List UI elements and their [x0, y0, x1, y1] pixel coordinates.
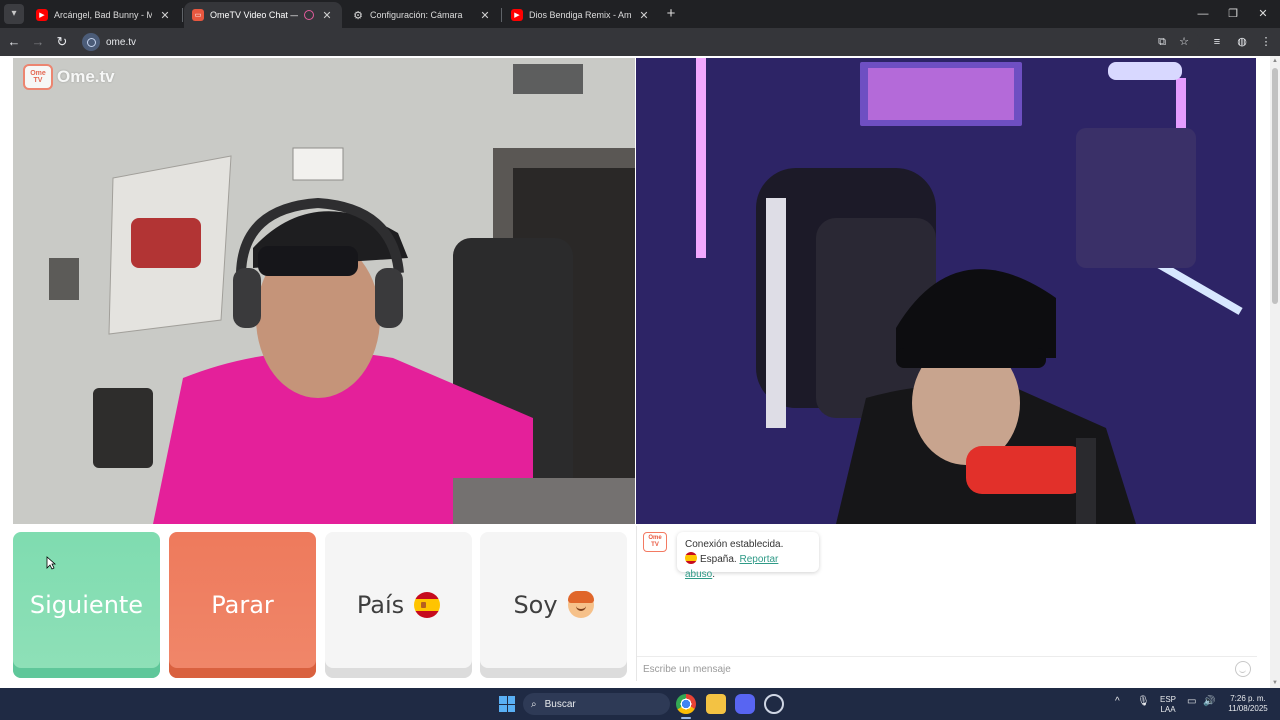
stranger-video-scene	[636, 58, 1256, 524]
spain-flag-icon	[685, 552, 697, 564]
ometv-logo: Ome TV Ome.tv	[23, 64, 115, 90]
tab-title: OmeTV Video Chat — Ome	[210, 10, 298, 20]
stop-button[interactable]: Parar	[169, 532, 316, 678]
clock[interactable]: 7:26 p. m. 11/08/2025	[1222, 694, 1274, 714]
system-message-bubble: Conexión establecida. España. Reportar a…	[677, 532, 819, 580]
gender-button-label: Soy	[513, 591, 558, 619]
control-buttons: Siguiente Parar País Soy	[13, 532, 627, 680]
settings-gear-icon: ⚙	[353, 9, 363, 22]
chat-panel: Ome TV Conexión establecida. España. Rep…	[636, 526, 1257, 681]
message-input[interactable]	[643, 663, 1235, 675]
ometv-logo-badge: Ome TV	[23, 64, 53, 90]
tab-arcangel[interactable]: ▶ Arcángel, Bad Bunny - Me Acos ✕	[28, 2, 180, 28]
tab-dios-bendiga[interactable]: ▶ Dios Bendiga Remix - Amenaz ✕	[503, 2, 659, 28]
tab-strip: ▾ ▶ Arcángel, Bad Bunny - Me Acos ✕ ▭ Om…	[0, 0, 1280, 28]
country-line: España. Reportar abuso.	[685, 552, 811, 582]
tab-ometv[interactable]: ▭ OmeTV Video Chat — Ome ✕	[184, 2, 342, 28]
tab-search-menu-button[interactable]: ▾	[4, 4, 24, 24]
emoji-smiley-icon[interactable]	[1235, 661, 1251, 677]
close-window-button[interactable]: ✕	[1248, 4, 1278, 24]
restore-button[interactable]: ❐	[1218, 4, 1248, 24]
discord-icon[interactable]	[735, 694, 755, 714]
bookmark-star-icon[interactable]: ☆	[1176, 34, 1192, 50]
search-icon: ⌕	[531, 698, 537, 710]
active-app-indicator	[681, 717, 691, 719]
tab-configuracion[interactable]: ⚙ Configuración: Cámara ✕	[344, 2, 500, 28]
network-icon[interactable]: ▭	[1187, 696, 1196, 707]
media-controls-icon[interactable]: ≡	[1209, 34, 1225, 50]
report-suffix: .	[712, 569, 716, 580]
boy-emoji-icon	[567, 591, 594, 618]
youtube-icon: ▶	[36, 9, 48, 21]
reload-icon[interactable]: ↻	[52, 32, 72, 52]
message-input-area	[637, 656, 1257, 681]
scroll-down-arrow-icon[interactable]: ▼	[1270, 678, 1280, 688]
local-video-scene	[13, 58, 635, 524]
new-tab-button[interactable]: +	[662, 5, 680, 23]
page-scrollbar[interactable]: ▲ ▼	[1270, 56, 1280, 688]
forward-arrow-icon[interactable]: →	[28, 32, 48, 52]
windows-start-icon[interactable]	[499, 696, 515, 712]
mouse-cursor-icon	[46, 556, 56, 570]
browser-toolbar: ← → ↻ ome.tv ⧉ ☆ ≡ ◍ ⋮	[0, 28, 1280, 56]
ometv-logo-text: Ome.tv	[57, 67, 115, 86]
tab-title: Arcángel, Bad Bunny - Me Acos	[54, 10, 152, 20]
site-info-icon[interactable]	[82, 33, 100, 51]
minimize-button[interactable]: —	[1188, 4, 1218, 24]
country-name: España.	[700, 554, 737, 565]
url-text: ome.tv	[106, 36, 137, 48]
scrollbar-thumb[interactable]	[1272, 68, 1278, 304]
country-button-label: País	[356, 591, 405, 619]
ometv-icon: ▭	[192, 9, 204, 21]
connection-status-text: Conexión establecida.	[685, 539, 784, 550]
volume-icon[interactable]: 🔊	[1203, 696, 1215, 707]
taskbar-search[interactable]: ⌕ Buscar	[523, 693, 670, 715]
gender-select-button[interactable]: Soy	[480, 532, 627, 678]
file-explorer-icon[interactable]	[706, 694, 726, 714]
lang-top: ESP	[1159, 695, 1176, 704]
tab-close-icon[interactable]: ✕	[637, 9, 651, 22]
next-button[interactable]: Siguiente	[13, 532, 160, 678]
tab-title: Dios Bendiga Remix - Amenaz	[529, 10, 631, 20]
tab-close-icon[interactable]: ✕	[478, 9, 492, 22]
page-gutter	[0, 56, 13, 688]
spain-flag-icon	[414, 592, 441, 618]
next-button-label: Siguiente	[29, 591, 144, 619]
lang-bottom: LAA	[1160, 705, 1176, 714]
clock-date: 11/08/2025	[1228, 704, 1268, 713]
ometv-chat-avatar: Ome TV	[643, 532, 667, 552]
tab-divider	[182, 8, 183, 22]
tray-overflow-chevron-icon[interactable]: ^	[1115, 696, 1120, 707]
windows-taskbar: ⌕ Buscar ^ 🎙 ESP LAA ▭ 🔊 7:26 p. m. 11/0…	[0, 688, 1280, 720]
taskbar-search-label: Buscar	[544, 698, 576, 710]
scroll-up-arrow-icon[interactable]: ▲	[1270, 56, 1280, 66]
clock-time: 7:26 p. m.	[1230, 694, 1266, 703]
stranger-video	[636, 58, 1256, 524]
tab-close-icon[interactable]: ✕	[158, 9, 172, 22]
obs-icon[interactable]	[764, 694, 784, 714]
address-bar[interactable]: ome.tv	[80, 31, 1200, 53]
microphone-icon[interactable]: 🎙	[1137, 696, 1150, 707]
chrome-taskbar-icon[interactable]	[676, 694, 696, 714]
recording-indicator-icon	[304, 10, 314, 20]
back-arrow-icon[interactable]: ←	[4, 32, 24, 52]
cast-install-icon[interactable]: ⧉	[1154, 34, 1170, 50]
local-video: Ome TV Ome.tv	[13, 58, 635, 524]
tab-divider	[501, 8, 502, 22]
keyboard-language[interactable]: ESP LAA	[1156, 695, 1180, 715]
kebab-menu-icon[interactable]: ⋮	[1258, 34, 1274, 50]
youtube-icon: ▶	[511, 9, 523, 21]
tab-title: Configuración: Cámara	[370, 10, 463, 20]
ometv-page: Ome TV Ome.tv Siguiente Parar País Soy O…	[0, 56, 1280, 688]
country-select-button[interactable]: País	[325, 532, 472, 678]
tab-close-icon[interactable]: ✕	[320, 9, 334, 22]
profile-avatar-icon[interactable]: ◍	[1234, 34, 1250, 50]
stop-button-label: Parar	[211, 591, 274, 619]
